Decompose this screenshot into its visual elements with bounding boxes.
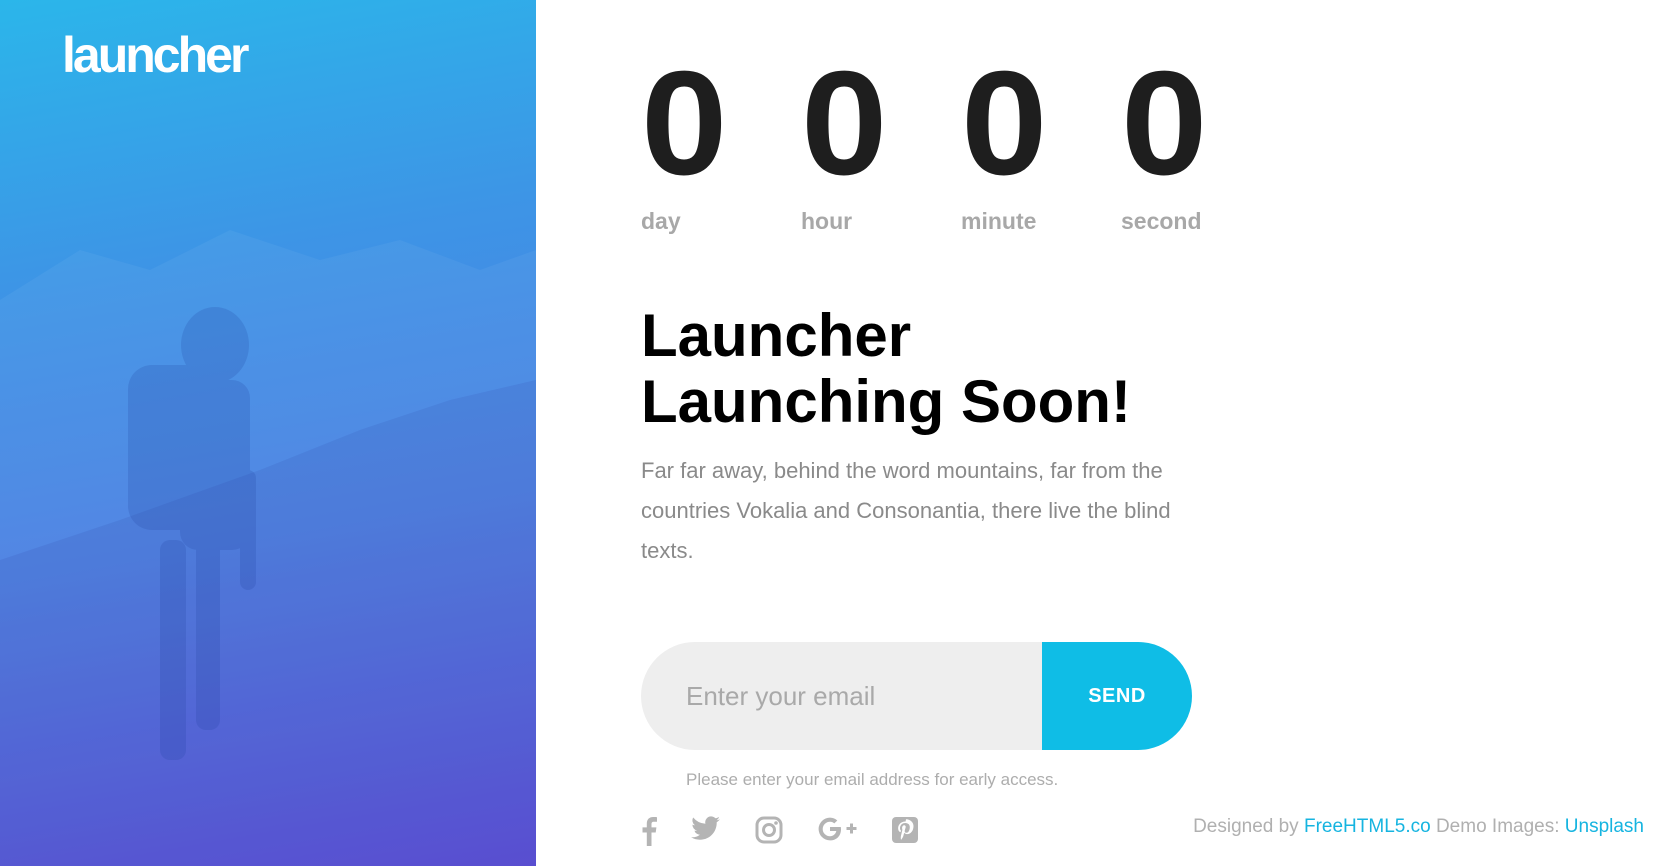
title-line-2: Launching Soon! bbox=[641, 368, 1131, 435]
pinterest-icon[interactable] bbox=[891, 816, 919, 848]
countdown-day-label: day bbox=[641, 208, 681, 234]
google-plus-icon[interactable] bbox=[817, 816, 857, 848]
email-hint: Please enter your email address for earl… bbox=[686, 770, 1059, 789]
launcher-logo[interactable]: launcher bbox=[62, 26, 249, 84]
countdown-day: 0 day bbox=[641, 50, 801, 235]
countdown-hour: 0 hour bbox=[801, 50, 961, 235]
unsplash-link[interactable]: Unsplash bbox=[1565, 816, 1644, 837]
countdown-minute: 0 minute bbox=[961, 50, 1121, 235]
main-content: 0 day 0 hour 0 minute 0 second Launcher … bbox=[641, 0, 1674, 866]
instagram-icon[interactable] bbox=[755, 816, 783, 848]
title-line-1: Launcher bbox=[641, 302, 912, 369]
social-links bbox=[641, 816, 953, 848]
countdown-minute-value: 0 bbox=[961, 41, 1047, 206]
countdown-hour-label: hour bbox=[801, 208, 853, 234]
designed-by-text: Designed by bbox=[1193, 816, 1299, 837]
countdown-day-value: 0 bbox=[641, 41, 727, 206]
countdown-hour-value: 0 bbox=[801, 41, 887, 206]
facebook-icon[interactable] bbox=[641, 816, 657, 848]
email-input[interactable] bbox=[641, 642, 1042, 750]
designer-link[interactable]: FreeHTML5.co bbox=[1304, 816, 1431, 837]
countdown-timer: 0 day 0 hour 0 minute 0 second bbox=[641, 50, 1281, 235]
hero-panel: launcher bbox=[0, 0, 536, 866]
page-description: Far far away, behind the word mountains,… bbox=[641, 458, 1171, 563]
countdown-minute-label: minute bbox=[961, 208, 1037, 234]
countdown-second: 0 second bbox=[1121, 50, 1281, 235]
demo-images-text: Demo Images: bbox=[1435, 816, 1560, 837]
footer-credits: Designed by FreeHTML5.co Demo Images: Un… bbox=[1193, 816, 1644, 838]
hero-background-image bbox=[0, 230, 536, 866]
page-title: Launcher Launching Soon! bbox=[641, 303, 1241, 435]
subscribe-form: SEND bbox=[641, 642, 1192, 750]
send-button[interactable]: SEND bbox=[1042, 642, 1192, 750]
countdown-second-value: 0 bbox=[1121, 41, 1207, 206]
twitter-icon[interactable] bbox=[691, 816, 721, 848]
countdown-second-label: second bbox=[1121, 208, 1202, 234]
